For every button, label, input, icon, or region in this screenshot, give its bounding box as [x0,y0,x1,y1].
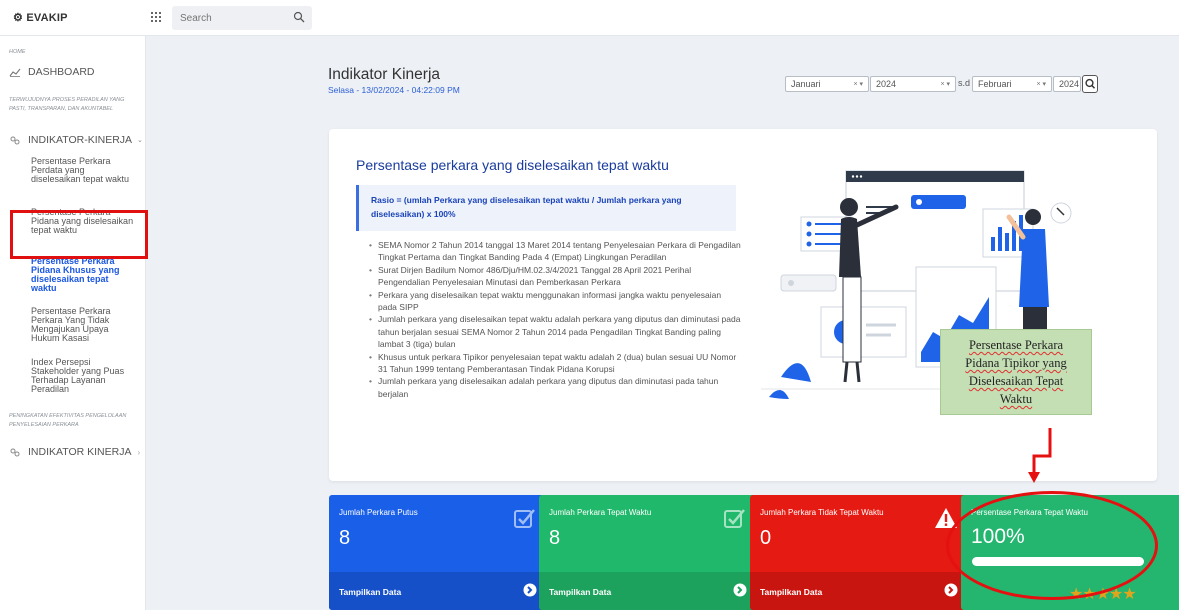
search-input[interactable] [180,10,284,26]
sidebar-item-perdata[interactable]: Persentase Perkara Perdata yang diselesa… [31,157,136,184]
list-item: SEMA Nomor 2 Tahun 2014 tanggal 13 Maret… [369,239,741,264]
top-bar: ⚙ EVAKIP [0,0,1179,36]
page-datetime: Selasa - 13/02/2024 - 04:22:09 PM [328,85,460,95]
search-box [172,6,312,30]
sidebar-group1-label: INDIKATOR-KINERJA [28,134,133,146]
stat-label: Jumlah Perkara Tidak Tepat Waktu [760,508,884,517]
show-data-link[interactable]: Tampilkan Data [760,587,822,597]
year-from-select[interactable]: 2024 × ▾ [870,76,956,92]
month-to-select[interactable]: Februari × ▾ [972,76,1052,92]
filter-search-button[interactable] [1082,75,1098,93]
arrow-right-circle-icon[interactable] [733,583,747,597]
stat-value: 0 [760,527,772,549]
chevron-down-icon: ⌄ [137,137,143,144]
active-item-highlight-box [10,210,148,259]
apps-grid-icon[interactable] [150,11,162,23]
card-title: Persentase perkara yang diselesaikan tep… [356,157,669,173]
rasio-formula-box: Rasio = (umlah Perkara yang diselesaikan… [356,185,736,231]
list-item: Khusus untuk perkara Tipikor penyelesaia… [369,351,741,376]
range-separator-label: s.d [958,78,971,88]
list-item: Perkara yang diselesaikan tepat waktu me… [369,289,741,314]
stat-value: 8 [339,527,351,549]
stat-footer[interactable]: Tampilkan Data [329,572,553,610]
clear-chevron-icon[interactable]: × ▾ [940,80,950,88]
year-to-select[interactable]: 2024 [1053,76,1081,92]
cube-icon [9,135,21,145]
stat-footer[interactable]: Tampilkan Data [750,572,974,610]
annotation-circle [946,491,1158,600]
annotation-arrow-icon [1028,428,1052,483]
list-item: Jumlah perkara yang diselesaikan adalah … [369,375,741,400]
sidebar-item-index-persepsi[interactable]: Index Persepsi Stakeholder yang Puas Ter… [31,358,136,394]
sidebar: HOME DASHBOARD TERWUJUDNYA PROSES PERADI… [0,36,146,610]
stat-card-perkara-tidak-tepat-waktu: Jumlah Perkara Tidak Tepat Waktu 0 Tampi… [750,495,974,610]
clear-chevron-icon[interactable]: × ▾ [1036,80,1046,88]
clear-chevron-icon[interactable]: × ▾ [853,80,863,88]
sidebar-dashboard-label: DASHBOARD [28,66,95,78]
stat-footer[interactable]: Tampilkan Data [539,572,763,610]
arrow-right-circle-icon[interactable] [944,583,958,597]
sidebar-item-pidana-khusus[interactable]: Persentase Perkara Pidana Khusus yang di… [31,257,136,293]
sidebar-item-dashboard[interactable]: DASHBOARD [9,66,95,78]
stat-card-perkara-tepat-waktu: Jumlah Perkara Tepat Waktu 8 Tampilkan D… [539,495,763,610]
stat-label: Jumlah Perkara Tepat Waktu [549,508,652,517]
chart-line-icon [9,67,21,77]
sidebar-group-indikator-kinerja[interactable]: INDIKATOR-KINERJA ⌄ [9,134,143,146]
search-icon [1085,78,1096,89]
stat-label: Jumlah Perkara Putus [339,508,418,517]
brand-name: EVAKIP [26,12,68,24]
stat-value: 8 [549,527,561,549]
month-from-select[interactable]: Januari × ▾ [785,76,869,92]
checkbox-icon [724,509,745,528]
brand-icon: ⚙ [13,12,24,24]
annotation-note: Persentase Perkara Pidana Tipikor yang D… [940,329,1092,415]
page-title: Indikator Kinerja [328,66,441,83]
reference-list: SEMA Nomor 2 Tahun 2014 tanggal 13 Maret… [369,239,741,400]
sidebar-item-kasasi[interactable]: Persentase Perkara Perkara Yang Tidak Me… [31,307,136,343]
sidebar-group2-label: INDIKATOR KINERJA [28,446,132,458]
chevron-right-icon: › [137,447,141,457]
sidebar-group-indikator-kinerja-2[interactable]: INDIKATOR KINERJA › [9,446,140,458]
sidebar-home-caption: HOME [9,49,26,55]
stat-card-perkara-putus: Jumlah Perkara Putus 8 Tampilkan Data [329,495,553,610]
brand-logo[interactable]: ⚙ EVAKIP [13,11,68,24]
cube-icon [9,447,21,457]
sidebar-section1-caption: TERWUJUDNYA PROSES PERADILAN YANG PASTI,… [9,97,125,112]
search-icon[interactable] [293,11,305,23]
main-content: Indikator Kinerja Selasa - 13/02/2024 - … [146,36,1179,610]
show-data-link[interactable]: Tampilkan Data [339,587,401,597]
list-item: Surat Dirjen Badilum Nomor 486/Dju/HM.02… [369,264,741,289]
show-data-link[interactable]: Tampilkan Data [549,587,611,597]
checkbox-icon [514,509,535,528]
arrow-right-circle-icon[interactable] [523,583,537,597]
sidebar-section2-caption: PENINGKATAN EFEKTIVITAS PENGELOLAAN PENY… [9,413,127,428]
list-item: Jumlah perkara yang diselesaikan tepat w… [369,313,741,350]
